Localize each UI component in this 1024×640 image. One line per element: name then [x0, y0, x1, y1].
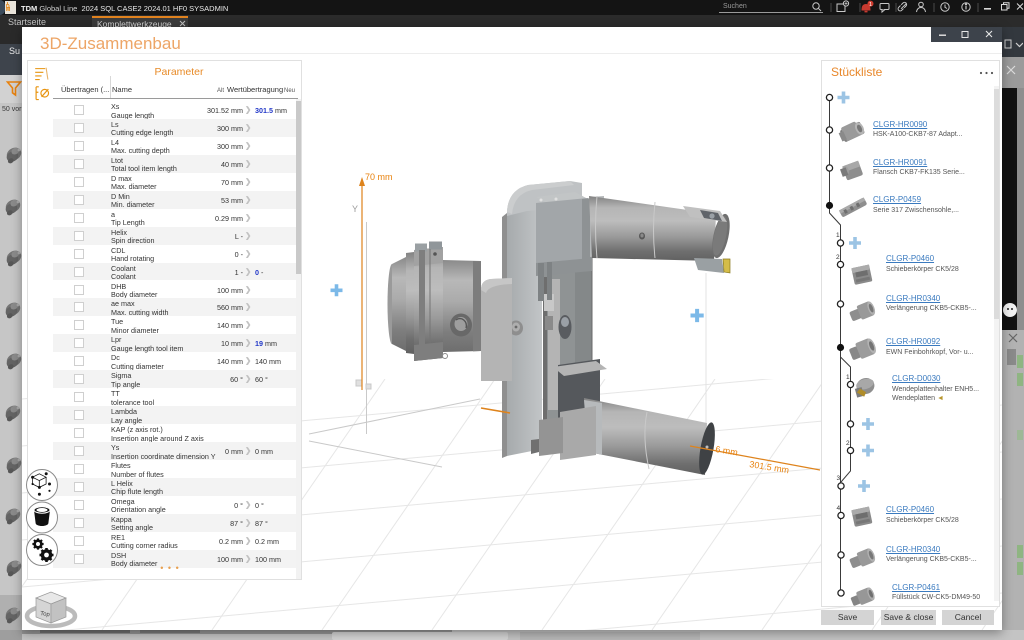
svg-text:6 mm: 6 mm	[715, 444, 739, 457]
svg-text:1: 1	[869, 2, 872, 8]
svg-text:Y: Y	[352, 204, 358, 214]
svg-text:70 mm: 70 mm	[365, 172, 393, 182]
